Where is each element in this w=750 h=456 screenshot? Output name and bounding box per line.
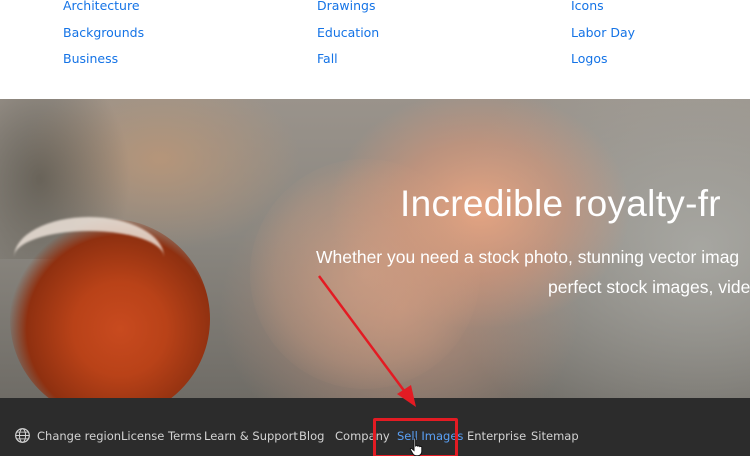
category-link-backgrounds[interactable]: Backgrounds [63, 20, 144, 47]
category-link-logos[interactable]: Logos [571, 46, 635, 73]
category-column-1: Architecture Backgrounds Business [63, 0, 144, 73]
footer-link-change-region[interactable]: Change region [37, 429, 121, 443]
category-link-icons[interactable]: Icons [571, 0, 635, 20]
category-column-2: Drawings Education Fall [317, 0, 379, 73]
footer-link-blog[interactable]: Blog [299, 429, 324, 443]
footer-link-license-terms[interactable]: License Terms [121, 429, 202, 443]
hero-subtitle-line-1: Whether you need a stock photo, stunning… [316, 247, 740, 267]
hero-subtitle-line-2: perfect stock images, vide [548, 277, 750, 297]
hand-pointer-icon [409, 437, 423, 456]
footer-link-enterprise[interactable]: Enterprise [467, 429, 526, 443]
category-column-3: Icons Labor Day Logos [571, 0, 635, 73]
category-links-section: Architecture Backgrounds Business Drawin… [0, 0, 750, 99]
category-link-labor-day[interactable]: Labor Day [571, 20, 635, 47]
category-link-architecture[interactable]: Architecture [63, 0, 144, 20]
hero-background-orb-rim [14, 217, 164, 297]
category-link-drawings[interactable]: Drawings [317, 0, 379, 20]
hero-banner: Incredible royalty-fr Whether you need a… [0, 99, 750, 398]
footer-link-sitemap[interactable]: Sitemap [531, 429, 579, 443]
footer-link-learn-support[interactable]: Learn & Support [204, 429, 298, 443]
hero-title: Incredible royalty-fr [400, 183, 721, 224]
globe-icon[interactable] [14, 427, 31, 444]
category-link-fall[interactable]: Fall [317, 46, 379, 73]
category-link-business[interactable]: Business [63, 46, 144, 73]
category-link-education[interactable]: Education [317, 20, 379, 47]
